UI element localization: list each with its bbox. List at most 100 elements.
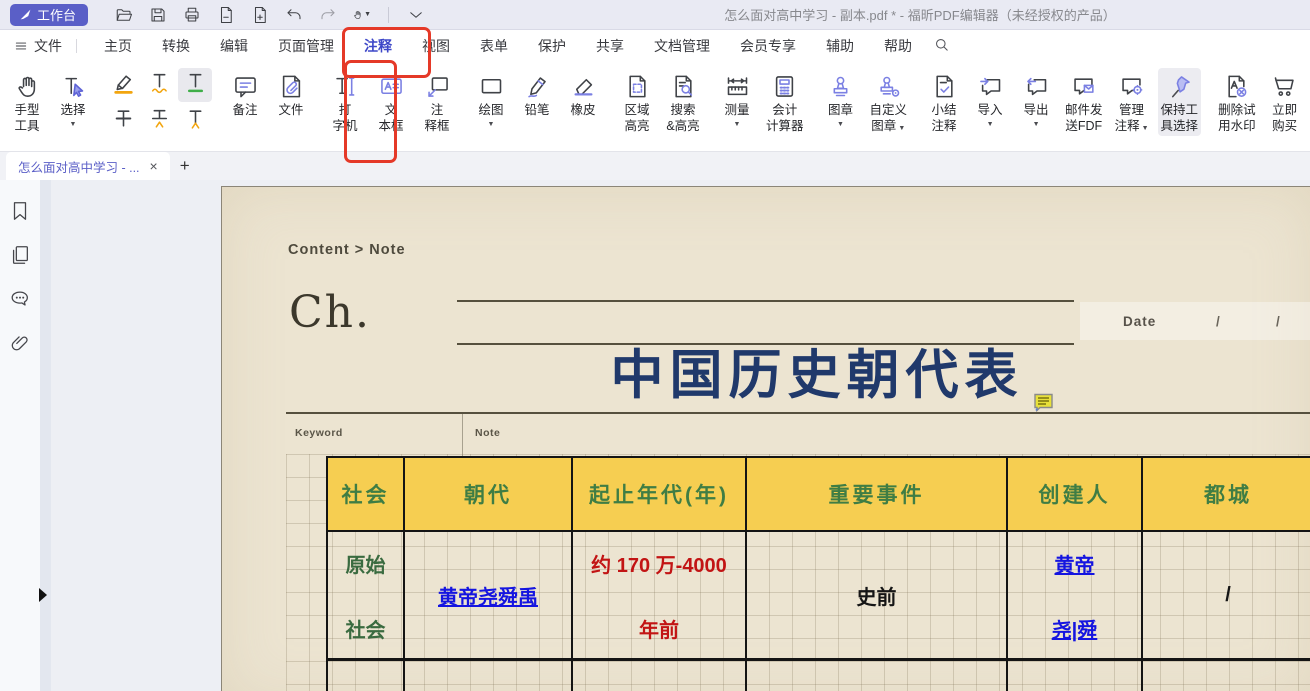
note-label: Note bbox=[475, 427, 500, 439]
hand-tool-button[interactable]: 手型工具 bbox=[7, 68, 47, 136]
toolbar-group: 手型工具选择▼ bbox=[0, 62, 100, 136]
toolbar-group: 绘图▼铅笔橡皮 bbox=[464, 62, 610, 132]
toolbar-group: 区域高亮搜索&高亮 bbox=[610, 62, 710, 136]
menu-protect[interactable]: 保护 bbox=[523, 36, 581, 56]
menu-convert[interactable]: 转换 bbox=[147, 36, 205, 56]
header-society: 社会 bbox=[328, 458, 405, 532]
search-highlight-icon bbox=[670, 70, 697, 102]
toolbar-chevron-icon[interactable] bbox=[406, 5, 425, 24]
measure-icon bbox=[724, 70, 751, 102]
menu-assist[interactable]: 辅助 bbox=[811, 36, 869, 56]
panel-rail bbox=[40, 180, 51, 691]
workspace-button[interactable]: 工作台 bbox=[10, 4, 88, 26]
custom-stamp-button[interactable]: 自定义图章▼ bbox=[867, 68, 911, 139]
hamburger-icon bbox=[14, 39, 28, 53]
document-tab[interactable]: 怎么面对高中学习 - ... × bbox=[6, 152, 170, 180]
drawing-button[interactable]: 绘图▼ bbox=[471, 68, 511, 132]
replace-text-button[interactable] bbox=[142, 104, 176, 138]
close-icon[interactable]: × bbox=[148, 159, 160, 173]
menu-doc-manage[interactable]: 文档管理 bbox=[639, 36, 725, 56]
header-founder: 创建人 bbox=[1008, 458, 1143, 532]
note-comment-button[interactable]: 备注 bbox=[225, 68, 265, 120]
window-title: 怎么面对高中学习 - 副本.pdf * - 福昕PDF编辑器（未经授权的产品） bbox=[640, 5, 1200, 24]
export-comments-button[interactable]: 导出▼ bbox=[1016, 68, 1056, 132]
menu-share[interactable]: 共享 bbox=[581, 36, 639, 56]
menu-member[interactable]: 会员专享 bbox=[725, 36, 811, 56]
menu-edit[interactable]: 编辑 bbox=[205, 36, 263, 56]
undo-icon[interactable] bbox=[284, 5, 303, 24]
table-row: 原始 社会 黄帝尧舜禹 约 170 万-4000 年前 史前 黄帝 尧|舜 bbox=[328, 532, 1310, 661]
menu-page-manage[interactable]: 页面管理 bbox=[263, 36, 349, 56]
header-period: 起止年代(年) bbox=[573, 458, 747, 532]
panel-expand-arrow[interactable] bbox=[39, 588, 47, 602]
titlebar: 工作台 ▼ 怎么面对高中学习 - 副本.pdf * - 福昕PDF编辑器（未经授… bbox=[0, 0, 1310, 30]
file-attach-button[interactable]: 文件 bbox=[271, 68, 311, 120]
pencil-button[interactable]: 铅笔 bbox=[517, 68, 557, 120]
highlight-icon bbox=[111, 70, 136, 100]
note-icon bbox=[232, 70, 259, 102]
strikeout-icon bbox=[111, 106, 136, 136]
email-fdf-button[interactable]: 邮件发送FDF bbox=[1062, 68, 1106, 136]
chapter-label: Ch. bbox=[289, 287, 371, 338]
workspace-label: 工作台 bbox=[37, 5, 76, 24]
delete-trial-watermark-button[interactable]: 删除试用水印 bbox=[1215, 68, 1259, 136]
founder-link-2[interactable]: 尧|舜 bbox=[1052, 614, 1098, 643]
search-icon[interactable] bbox=[933, 36, 950, 56]
strikeout-tool-button[interactable] bbox=[106, 104, 140, 138]
comment-dots-icon[interactable] bbox=[9, 288, 31, 310]
dynasty-link[interactable]: 黄帝尧舜禹 bbox=[438, 581, 538, 610]
document-tab-label: 怎么面对高中学习 - ... bbox=[18, 157, 140, 176]
toolbar-group: 备注文件 bbox=[218, 62, 318, 120]
pencil-icon bbox=[524, 70, 551, 102]
select-tool-button[interactable]: 选择▼ bbox=[53, 68, 93, 132]
menu-file[interactable]: 文件 bbox=[14, 36, 62, 56]
cell-capital: / bbox=[1143, 532, 1310, 661]
area-highlight-button[interactable]: 区域高亮 bbox=[617, 68, 657, 136]
search-highlight-button[interactable]: 搜索&高亮 bbox=[663, 68, 703, 136]
menu-separator bbox=[76, 39, 77, 53]
menu-form[interactable]: 表单 bbox=[465, 36, 523, 56]
page-add-icon[interactable] bbox=[250, 5, 269, 24]
dynasty-table: 社会 朝代 起止年代(年) 重要事件 创建人 都城 原始 社会 黄帝尧舜禹 bbox=[326, 456, 1310, 691]
keyword-rule bbox=[286, 412, 1310, 414]
manage-comments-button[interactable]: 管理注释▼ bbox=[1112, 68, 1152, 139]
main-area: Content > Note Ch. Date / / 中国历史朝代表 Keyw… bbox=[0, 180, 1310, 691]
header-capital: 都城 bbox=[1143, 458, 1310, 532]
pages-icon[interactable] bbox=[9, 244, 31, 266]
header-dynasty: 朝代 bbox=[405, 458, 573, 532]
stamp-button[interactable]: 图章▼ bbox=[821, 68, 861, 132]
hand-grab-icon[interactable]: ▼ bbox=[352, 5, 371, 24]
buy-now-button[interactable]: 立即购买 bbox=[1265, 68, 1305, 136]
page-remove-icon[interactable] bbox=[216, 5, 235, 24]
squiggly-underline-button[interactable] bbox=[142, 68, 176, 102]
open-file-icon[interactable] bbox=[114, 5, 133, 24]
pdf-page: Content > Note Ch. Date / / 中国历史朝代表 Keyw… bbox=[221, 186, 1310, 691]
callout-button[interactable]: 注释框 bbox=[417, 68, 457, 136]
cell-dynasty: 黄帝尧舜禹 bbox=[405, 532, 573, 661]
chevron-down-icon: ▼ bbox=[734, 120, 741, 130]
eraser-button[interactable]: 橡皮 bbox=[563, 68, 603, 120]
import-icon bbox=[977, 70, 1004, 102]
paperclip-icon[interactable] bbox=[9, 332, 31, 354]
highlight-tool-button[interactable] bbox=[106, 68, 140, 102]
cell-society: 原始 社会 bbox=[328, 532, 405, 661]
date-separator-1: / bbox=[1216, 314, 1220, 329]
import-comments-button[interactable]: 导入▼ bbox=[970, 68, 1010, 132]
keep-tool-selected-button[interactable]: 保持工具选择 bbox=[1158, 68, 1202, 136]
summarize-comments-button[interactable]: 小结注释 bbox=[924, 68, 964, 136]
menu-home[interactable]: 主页 bbox=[89, 36, 147, 56]
calculator-button[interactable]: 会计计算器 bbox=[763, 68, 807, 136]
underline-tool-button[interactable] bbox=[178, 68, 212, 102]
chevron-down-icon: ▼ bbox=[837, 120, 844, 130]
print-icon[interactable] bbox=[182, 5, 201, 24]
founder-link-1[interactable]: 黄帝 bbox=[1055, 549, 1095, 578]
insert-text-button[interactable] bbox=[178, 104, 212, 138]
bookmark-icon[interactable] bbox=[9, 200, 31, 222]
keyword-note-divider bbox=[462, 414, 463, 456]
redo-icon[interactable] bbox=[318, 5, 337, 24]
new-tab-button[interactable]: + bbox=[170, 152, 200, 180]
sticky-note-annotation-icon[interactable] bbox=[1033, 393, 1054, 412]
measure-button[interactable]: 测量▼ bbox=[717, 68, 757, 132]
save-icon[interactable] bbox=[148, 5, 167, 24]
menu-help[interactable]: 帮助 bbox=[869, 36, 927, 56]
